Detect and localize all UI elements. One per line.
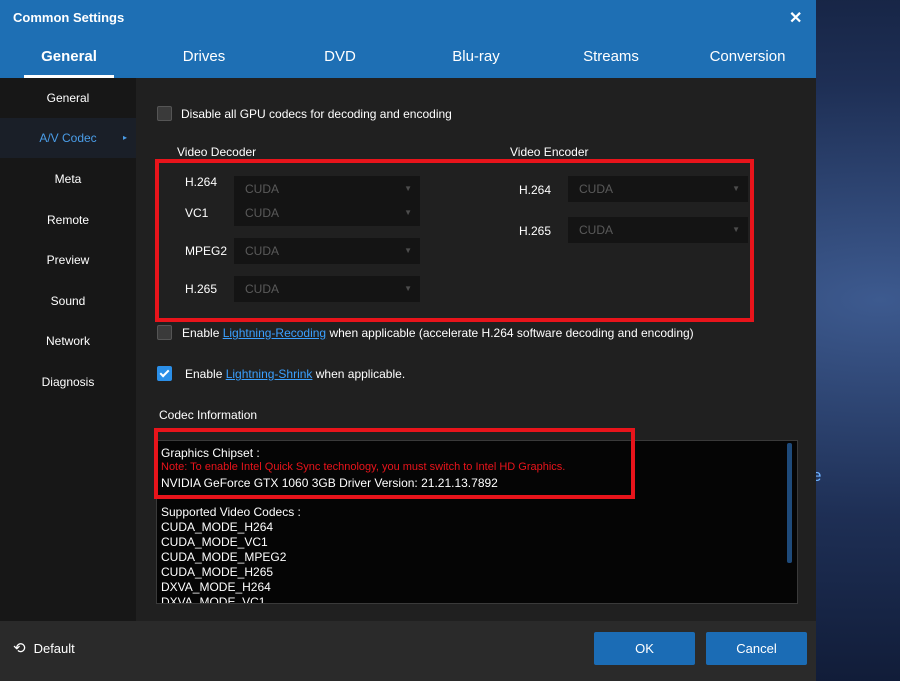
- sidebar-item-label: Meta: [54, 172, 82, 186]
- lightning-shrink-label: Enable Lightning-Shrink when applicable.: [185, 367, 405, 381]
- tab-streams[interactable]: Streams: [570, 46, 652, 78]
- tab-bar: General Drives DVD Blu-ray Streams Conve…: [0, 46, 816, 78]
- tab-conversion[interactable]: Conversion: [700, 46, 795, 78]
- sidebar-item-label: Sound: [50, 294, 86, 308]
- sidebar-item-label: General: [46, 91, 90, 105]
- common-settings-dialog: Common Settings ✕ General Drives DVD Blu…: [0, 0, 816, 681]
- lightning-shrink-link[interactable]: Lightning-Shrink: [226, 367, 313, 381]
- codec-info-scrollbar[interactable]: [787, 443, 792, 563]
- sidebar-item-label: A/V Codec: [39, 131, 97, 145]
- codec-line-supported: Supported Video Codecs :: [161, 505, 301, 519]
- video-decoder-heading: Video Decoder: [177, 145, 257, 159]
- codec-line: CUDA_MODE_H265: [161, 565, 274, 579]
- label-suffix: when applicable.: [312, 367, 406, 381]
- sidebar-item-preview[interactable]: Preview: [0, 240, 136, 280]
- reset-icon: ⟲: [13, 640, 26, 657]
- disable-gpu-label: Disable all GPU codecs for decoding and …: [181, 107, 452, 121]
- codec-line: DXVA_MODE_VC1: [161, 595, 266, 604]
- codec-line: DXVA_MODE_H264: [161, 580, 271, 594]
- codec-line: CUDA_MODE_H264: [161, 520, 274, 534]
- codec-info-heading: Codec Information: [159, 408, 258, 422]
- lightning-recoding-checkbox[interactable]: [157, 325, 172, 340]
- cancel-button[interactable]: Cancel: [706, 632, 807, 665]
- lightning-recoding-link[interactable]: Lightning-Recoding: [223, 326, 326, 340]
- sidebar-item-remote[interactable]: Remote: [0, 200, 136, 240]
- label-prefix: Enable: [182, 326, 223, 340]
- sidebar-item-diagnosis[interactable]: Diagnosis: [0, 362, 136, 402]
- tab-general[interactable]: General: [24, 46, 114, 78]
- sidebar-item-label: Diagnosis: [41, 375, 95, 389]
- sidebar-item-label: Remote: [46, 213, 90, 227]
- sidebar-item-general[interactable]: General: [0, 78, 136, 118]
- tab-bluray[interactable]: Blu-ray: [440, 46, 512, 78]
- codec-highlight-box: [155, 159, 754, 322]
- window-title: Common Settings: [13, 10, 125, 25]
- sidebar-item-av-codec[interactable]: A/V Codec ▸: [0, 118, 136, 158]
- sidebar-item-label: Preview: [46, 253, 90, 267]
- video-encoder-heading: Video Encoder: [510, 145, 589, 159]
- title-bar: Common Settings ✕ General Drives DVD Blu…: [0, 0, 816, 78]
- sidebar: General A/V Codec ▸ Meta Remote Preview S…: [0, 78, 136, 621]
- codec-line: CUDA_MODE_VC1: [161, 535, 268, 549]
- default-button[interactable]: ⟲ Default: [13, 639, 75, 657]
- chipset-highlight-box: [154, 428, 635, 499]
- sidebar-item-sound[interactable]: Sound: [0, 281, 136, 321]
- codec-line: CUDA_MODE_MPEG2: [161, 550, 287, 564]
- sidebar-item-label: Network: [45, 334, 90, 348]
- lightning-shrink-checkbox[interactable]: [157, 366, 172, 381]
- label-prefix: Enable: [185, 367, 226, 381]
- lightning-recoding-label: Enable Lightning-Recoding when applicabl…: [182, 326, 694, 340]
- tab-drives[interactable]: Drives: [164, 46, 244, 78]
- sidebar-item-meta[interactable]: Meta: [0, 159, 136, 199]
- ok-button[interactable]: OK: [594, 632, 695, 665]
- tab-dvd[interactable]: DVD: [310, 46, 370, 78]
- sidebar-item-network[interactable]: Network: [0, 321, 136, 361]
- label-suffix: when applicable (accelerate H.264 softwa…: [326, 326, 694, 340]
- chevron-right-icon: ▸: [123, 133, 128, 142]
- close-icon[interactable]: ✕: [789, 8, 802, 28]
- disable-gpu-checkbox[interactable]: [157, 106, 172, 121]
- default-label: Default: [33, 641, 75, 656]
